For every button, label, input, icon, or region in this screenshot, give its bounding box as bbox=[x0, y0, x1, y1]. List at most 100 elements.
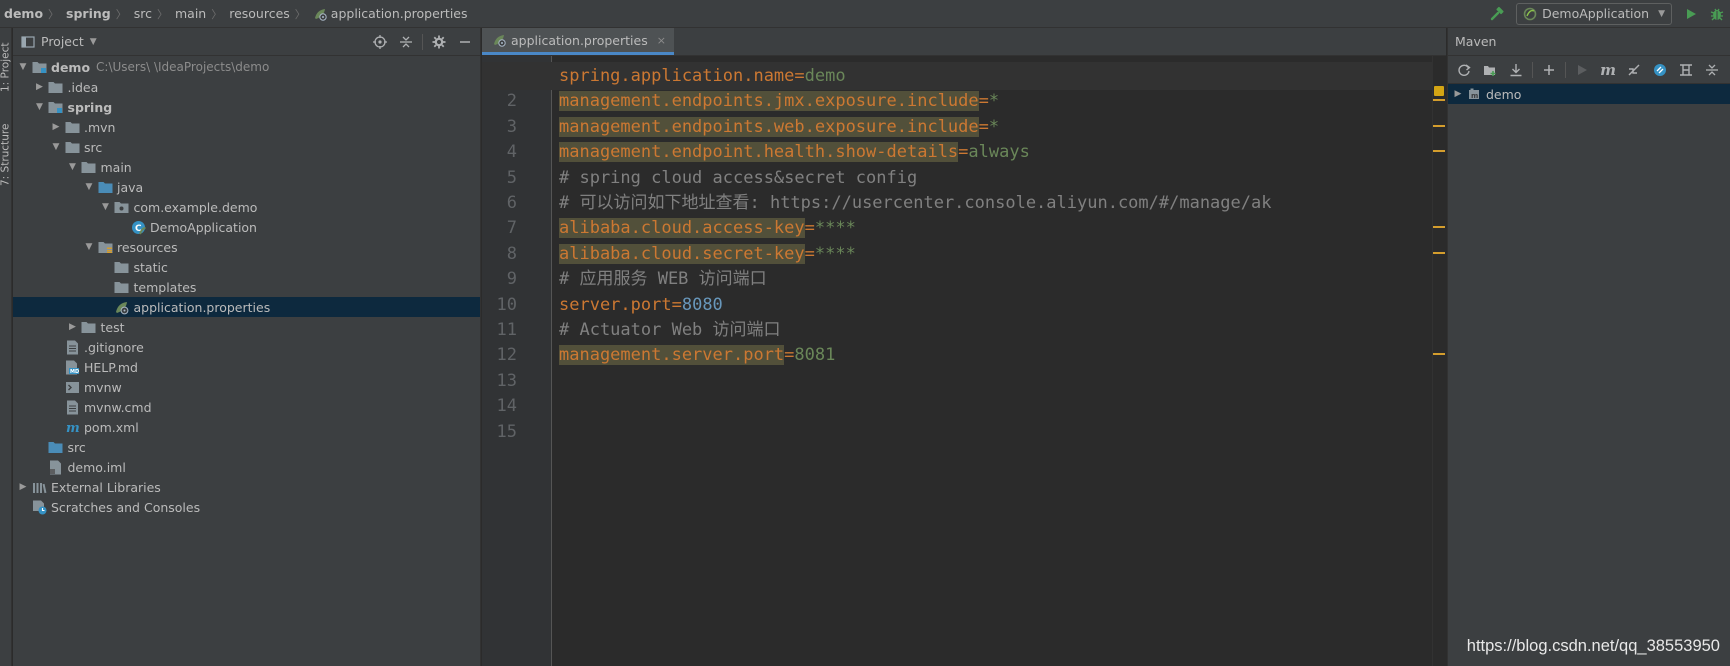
chevron-down-icon[interactable]: ▼ bbox=[81, 177, 97, 197]
collapse-all-icon[interactable] bbox=[1699, 57, 1725, 83]
code-area[interactable]: spring.application.name=demo management.e… bbox=[482, 56, 1432, 666]
breadcrumb-item[interactable]: src bbox=[134, 6, 152, 21]
source-folder-icon bbox=[48, 439, 64, 455]
chevron-right-icon[interactable]: ▶ bbox=[32, 77, 48, 97]
hide-panel-icon[interactable] bbox=[452, 29, 478, 55]
chevron-down-icon[interactable]: ▼ bbox=[81, 237, 97, 257]
breadcrumb-item[interactable]: spring bbox=[66, 6, 111, 21]
skip-tests-icon[interactable] bbox=[1621, 57, 1647, 83]
tree-item[interactable]: m pom.xml bbox=[13, 417, 480, 437]
add-folder-icon[interactable] bbox=[1477, 57, 1503, 83]
line-number: 4 bbox=[506, 142, 517, 163]
collapse-all-icon[interactable] bbox=[393, 29, 419, 55]
code-line[interactable]: # 可以访问如下地址查看: https://usercenter.console… bbox=[559, 189, 1271, 217]
chevron-right-icon[interactable]: ▶ bbox=[1450, 84, 1466, 104]
chevron-down-icon[interactable]: ▼ bbox=[65, 157, 81, 177]
code-token: alibaba.cloud.secret-key bbox=[559, 243, 805, 264]
code-line[interactable]: management.endpoints.web.exposure.includ… bbox=[559, 113, 999, 141]
tree-item[interactable]: .gitignore bbox=[13, 337, 480, 357]
chevron-right-icon[interactable]: ▶ bbox=[48, 117, 64, 137]
tree-item[interactable]: ▶ .mvn bbox=[13, 117, 480, 137]
tree-item[interactable]: templates bbox=[13, 277, 480, 297]
tree-item[interactable]: ▼ src bbox=[13, 137, 480, 157]
error-stripe[interactable] bbox=[1432, 56, 1446, 666]
maven-toolbar: m bbox=[1448, 56, 1730, 84]
warning-marker[interactable] bbox=[1433, 150, 1445, 153]
reimport-icon[interactable] bbox=[1451, 57, 1477, 83]
code-token: **** bbox=[814, 218, 856, 239]
project-tree: ▼ demo C:\Users\ \IdeaProjects\demo ▶ .idea ▼… bbox=[13, 56, 480, 517]
module-folder-icon bbox=[31, 59, 47, 75]
tree-item[interactable]: Scratches and Consoles bbox=[13, 497, 480, 517]
chevron-down-icon[interactable]: ▼ bbox=[32, 97, 48, 117]
hammer-icon[interactable] bbox=[1484, 2, 1510, 26]
tree-item-label: main bbox=[100, 159, 132, 175]
tree-item[interactable]: ▶ External Libraries bbox=[13, 477, 480, 497]
breadcrumb-item[interactable]: main bbox=[175, 6, 206, 21]
close-icon[interactable]: × bbox=[657, 34, 666, 47]
tree-item[interactable]: ▼ main bbox=[13, 157, 480, 177]
tree-item[interactable]: ▼ demo C:\Users\ \IdeaProjects\demo bbox=[13, 57, 480, 77]
breadcrumb-item[interactable]: demo bbox=[4, 6, 43, 21]
tree-item-label: demo bbox=[51, 59, 91, 75]
code-line[interactable]: management.endpoints.jmx.exposure.includ… bbox=[559, 87, 999, 115]
code-line[interactable]: # spring cloud access&secret config bbox=[559, 164, 917, 192]
code-line[interactable]: alibaba.cloud.secret-key=**** bbox=[559, 240, 856, 268]
tree-item[interactable]: mvnw.cmd bbox=[13, 397, 480, 417]
warning-marker[interactable] bbox=[1433, 226, 1445, 229]
tree-item[interactable]: application.properties bbox=[13, 297, 480, 317]
tree-item[interactable]: static bbox=[13, 257, 480, 277]
run-icon[interactable] bbox=[1678, 2, 1704, 26]
tree-item[interactable]: ▼ spring bbox=[13, 97, 480, 117]
tab-project[interactable]: 1: Project bbox=[0, 32, 12, 102]
code-line[interactable]: spring.application.name=demo bbox=[482, 62, 1432, 90]
tab-structure[interactable]: 7: Structure bbox=[0, 112, 12, 198]
chevron-down-icon[interactable]: ▼ bbox=[48, 137, 64, 157]
code-line[interactable]: # 应用服务 WEB 访问端口 bbox=[559, 265, 767, 293]
tree-item[interactable]: mvnw bbox=[13, 377, 480, 397]
code-line[interactable]: # Actuator Web 访问端口 bbox=[559, 316, 781, 344]
locate-icon[interactable] bbox=[367, 29, 393, 55]
warning-marker[interactable] bbox=[1433, 251, 1445, 254]
maven-project-demo[interactable]: ▶ m demo bbox=[1448, 84, 1730, 104]
warning-marker[interactable] bbox=[1433, 124, 1445, 127]
download-icon[interactable] bbox=[1503, 57, 1529, 83]
tree-item-label: .gitignore bbox=[84, 339, 144, 355]
chevron-down-icon[interactable]: ▼ bbox=[98, 197, 114, 217]
tree-item[interactable]: MD HELP.md bbox=[13, 357, 480, 377]
tab-application-properties[interactable]: application.properties × bbox=[482, 28, 674, 55]
breadcrumb-item[interactable]: application.properties bbox=[313, 6, 468, 21]
tree-item[interactable]: ▶ test bbox=[13, 317, 480, 337]
gear-icon[interactable] bbox=[426, 29, 452, 55]
maven-m-icon[interactable]: m bbox=[1595, 57, 1621, 83]
code-line[interactable]: server.port=8080 bbox=[559, 291, 723, 319]
tree-item[interactable]: ▼ com.example.demo bbox=[13, 197, 480, 217]
tree-item-label: resources bbox=[117, 239, 178, 255]
chevron-down-icon: ▼ bbox=[1658, 8, 1665, 19]
code-line[interactable]: management.server.port=8081 bbox=[559, 341, 835, 369]
tree-item[interactable]: ▶ .idea bbox=[13, 77, 480, 97]
tree-item[interactable]: ▼ resources bbox=[13, 237, 480, 257]
breadcrumb-item[interactable]: resources bbox=[229, 6, 290, 21]
inspection-warning-icon[interactable] bbox=[1434, 86, 1444, 96]
run-configuration-selector[interactable]: DemoApplication ▼ bbox=[1516, 2, 1672, 25]
show-dependencies-icon[interactable] bbox=[1673, 57, 1699, 83]
chevron-right-icon[interactable]: ▶ bbox=[65, 317, 81, 337]
code-token: server.port bbox=[559, 294, 672, 315]
debug-icon[interactable] bbox=[1704, 2, 1730, 26]
code-line[interactable]: alibaba.cloud.access-key=**** bbox=[559, 214, 856, 242]
project-view-selector[interactable]: Project ▼ bbox=[13, 34, 97, 49]
tree-item[interactable]: ▼ java bbox=[13, 177, 480, 197]
chevron-down-icon[interactable]: ▼ bbox=[15, 57, 31, 77]
chevron-right-icon[interactable]: ▶ bbox=[15, 477, 31, 497]
tree-item[interactable]: demo.iml bbox=[13, 457, 480, 477]
offline-icon[interactable] bbox=[1647, 57, 1673, 83]
tree-item[interactable]: C DemoApplication bbox=[13, 217, 480, 237]
warning-marker[interactable] bbox=[1433, 353, 1445, 356]
tree-item[interactable]: src bbox=[13, 437, 480, 457]
warning-marker[interactable] bbox=[1433, 99, 1445, 102]
code-line[interactable]: management.endpoint.health.show-details=… bbox=[559, 138, 1030, 166]
run-icon[interactable] bbox=[1569, 57, 1595, 83]
plus-icon[interactable] bbox=[1536, 57, 1562, 83]
